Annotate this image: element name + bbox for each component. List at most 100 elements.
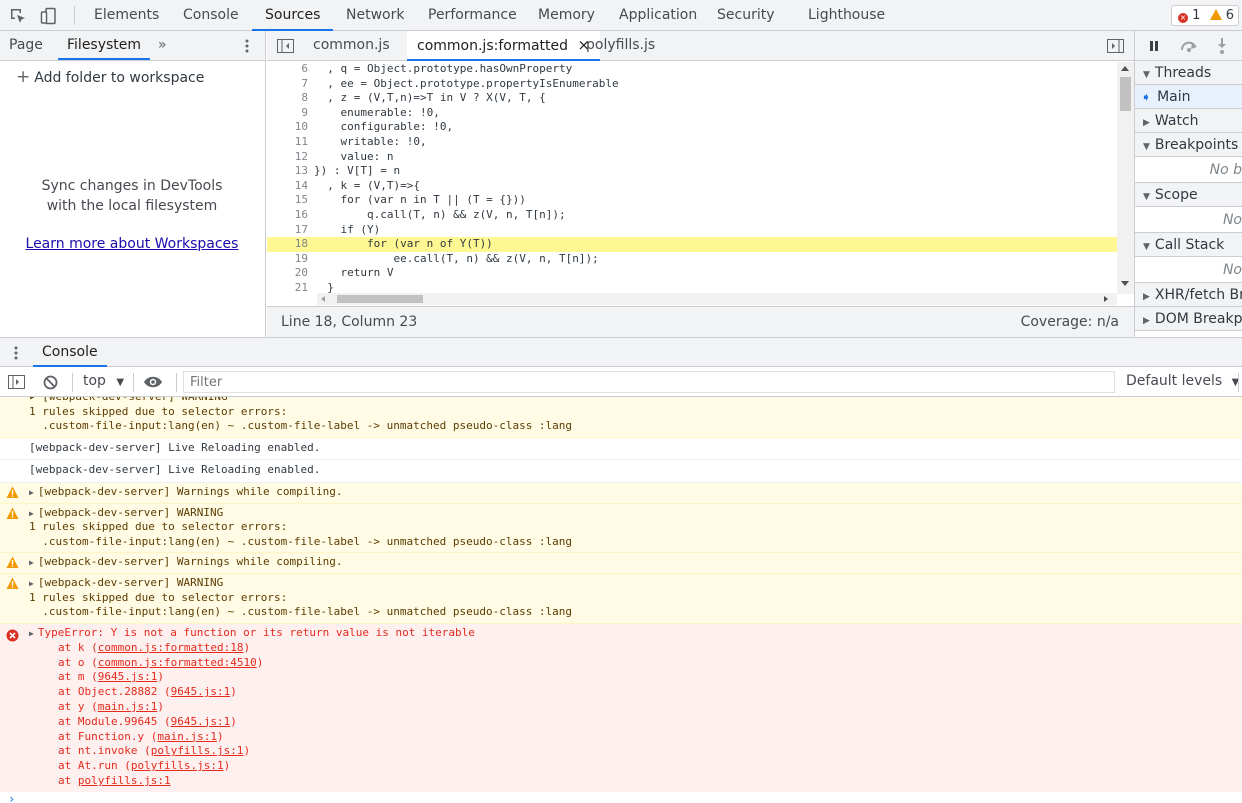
code-line[interactable]: 20 return V (267, 266, 1117, 281)
stack-frame-link[interactable]: polyfills.js:1 (131, 759, 224, 772)
tab-performance[interactable]: Performance (428, 0, 517, 31)
step-into-icon[interactable] (1217, 38, 1227, 54)
editor-tab-common-js[interactable]: common.js (313, 31, 390, 60)
line-number[interactable]: 19 (267, 252, 314, 267)
code-line[interactable]: 16 q.call(T, n) && z(V, n, T[n]); (267, 208, 1117, 223)
debugger-section-header[interactable]: ▼ Call Stack (1135, 233, 1242, 257)
context-selector[interactable]: top ▼ (83, 367, 124, 397)
stack-frame-link[interactable]: polyfills.js:1 (78, 774, 171, 787)
toggle-debugger-icon[interactable] (1107, 39, 1124, 53)
show-sidebar-icon[interactable] (8, 375, 25, 389)
code-line[interactable]: 17 if (Y) (267, 223, 1117, 238)
vertical-scroll-thumb[interactable] (1120, 77, 1131, 111)
toggle-navigator-icon[interactable] (277, 39, 294, 53)
code-line[interactable]: 6 , q = Object.prototype.hasOwnProperty (267, 62, 1117, 77)
stack-frame-link[interactable]: common.js:formatted:18 (98, 641, 244, 654)
debugger-section-header[interactable]: ▶ DOM Breakpo (1135, 307, 1242, 331)
issues-counter[interactable]: × 1 6 (1171, 5, 1239, 26)
coverage-status[interactable]: Coverage: n/a (1021, 307, 1119, 337)
debugger-section-header[interactable]: ▶ Watch (1135, 109, 1242, 133)
expand-arrow-icon[interactable]: ▶ (29, 507, 34, 522)
warning-message[interactable]: ▸ [webpack-dev-server] WARNING1 rules sk… (0, 397, 1242, 438)
tab-sources[interactable]: Sources (252, 0, 334, 31)
line-number[interactable]: 7 (267, 77, 314, 92)
line-number[interactable]: 13 (267, 164, 314, 179)
editor-tab-polyfills-js[interactable]: polyfills.js (586, 31, 655, 60)
scroll-down-icon[interactable] (1121, 281, 1129, 286)
debugger-section-header[interactable]: ▼ Scope (1135, 183, 1242, 207)
tab-memory[interactable]: Memory (538, 0, 595, 31)
device-toolbar-icon[interactable] (40, 7, 58, 25)
error-message[interactable]: ▶ TypeError: Y is not a function or its r… (0, 623, 1242, 793)
code-line[interactable]: 15 for (var n in T || (T = {})) (267, 193, 1117, 208)
learn-workspaces-link[interactable]: Learn more about Workspaces (0, 236, 264, 252)
debugger-section-header[interactable]: ▼ Threads (1135, 61, 1242, 85)
code-line[interactable]: 19 ee.call(T, n) && z(V, n, T[n]); (267, 252, 1117, 267)
tab-console[interactable]: Console (183, 0, 239, 31)
tab-lighthouse[interactable]: Lighthouse (808, 0, 885, 31)
code-area[interactable]: 6 , q = Object.prototype.hasOwnProperty 7… (267, 62, 1117, 294)
code-line[interactable]: 10 configurable: !0, (267, 120, 1117, 135)
line-number[interactable]: 15 (267, 193, 314, 208)
code-line[interactable]: 7 , ee = Object.prototype.propertyIsEnum… (267, 77, 1117, 92)
warning-message[interactable]: ▶ [webpack-dev-server] Warnings while com… (0, 482, 1242, 504)
stack-frame-link[interactable]: 9645.js:1 (171, 685, 231, 698)
tab-application[interactable]: Application (619, 0, 697, 31)
code-line[interactable]: 13}) : V[T] = n (267, 164, 1117, 179)
warning-message[interactable]: ▶ [webpack-dev-server] Warnings while com… (0, 553, 1242, 574)
tab-page[interactable]: Page (9, 31, 43, 60)
scroll-up-icon[interactable] (1121, 66, 1129, 71)
stack-frame-link[interactable]: 9645.js:1 (171, 715, 231, 728)
warning-message[interactable]: ▶ [webpack-dev-server] WARNING 1 rules ski… (0, 503, 1242, 554)
live-expression-eye-icon[interactable] (143, 376, 163, 388)
stack-frame-link[interactable]: main.js:1 (98, 700, 158, 713)
debugger-section-header[interactable]: ▶ XHR/fetch Br (1135, 283, 1242, 307)
log-message[interactable]: [webpack-dev-server] Live Reloading enab… (0, 460, 1242, 483)
step-over-icon[interactable] (1179, 40, 1199, 52)
drawer-menu-icon[interactable] (14, 346, 18, 360)
line-number[interactable]: 20 (267, 266, 314, 281)
clear-console-icon[interactable] (43, 375, 58, 390)
editor-tab-common-js-formatted[interactable]: common.js:formatted × (407, 31, 601, 61)
log-message[interactable]: [webpack-dev-server] Live Reloading enab… (0, 438, 1242, 461)
stack-frame-link[interactable]: 9645.js:1 (98, 670, 158, 683)
code-line[interactable]: 18 for (var n of Y(T)) (267, 237, 1117, 252)
line-number[interactable]: 12 (267, 150, 314, 165)
expand-arrow-icon[interactable]: ▶ (29, 486, 34, 501)
horizontal-scroll-thumb[interactable] (337, 295, 423, 303)
tab-filesystem[interactable]: Filesystem (58, 31, 151, 60)
line-number[interactable]: 10 (267, 120, 314, 135)
add-folder-button[interactable]: + Add folder to workspace (16, 67, 204, 87)
line-number[interactable]: 16 (267, 208, 314, 223)
line-number[interactable]: 21 (267, 281, 314, 294)
more-options-icon[interactable] (244, 39, 250, 53)
stack-frame-link[interactable]: polyfills.js:1 (151, 744, 244, 757)
horizontal-scrollbar[interactable] (317, 293, 1117, 305)
line-number[interactable]: 14 (267, 179, 314, 194)
stack-frame-link[interactable]: common.js:formatted:4510 (98, 656, 257, 669)
console-filter-input[interactable] (183, 371, 1115, 393)
tab-elements[interactable]: Elements (94, 0, 159, 31)
debugger-section-header[interactable]: ▼ Breakpoints (1135, 133, 1242, 157)
line-number[interactable]: 17 (267, 223, 314, 238)
expand-arrow-icon[interactable]: ▶ (29, 577, 34, 592)
line-number[interactable]: 11 (267, 135, 314, 150)
line-number[interactable]: 8 (267, 91, 314, 106)
line-number[interactable]: 9 (267, 106, 314, 121)
vertical-scrollbar[interactable] (1117, 62, 1134, 294)
code-line[interactable]: 14 , k = (V,T)=>{ (267, 179, 1117, 194)
line-number[interactable]: 6 (267, 62, 314, 77)
more-tabs-button[interactable]: » (158, 31, 167, 60)
debugger-section-text[interactable]: Main (1157, 89, 1190, 105)
stack-frame-link[interactable]: main.js:1 (157, 730, 217, 743)
code-line[interactable]: 9 enumerable: !0, (267, 106, 1117, 121)
tab-security[interactable]: Security (717, 0, 775, 31)
line-number[interactable]: 18 (267, 237, 314, 252)
scroll-right-icon[interactable] (1104, 296, 1108, 302)
warning-message[interactable]: ▶ [webpack-dev-server] WARNING 1 rules ski… (0, 573, 1242, 624)
scroll-left-icon[interactable] (321, 296, 325, 302)
drawer-tab-console[interactable]: Console (33, 338, 107, 367)
pause-icon[interactable] (1149, 41, 1159, 51)
tab-network[interactable]: Network (346, 0, 404, 31)
expand-arrow-icon[interactable]: ▶ (29, 627, 34, 642)
